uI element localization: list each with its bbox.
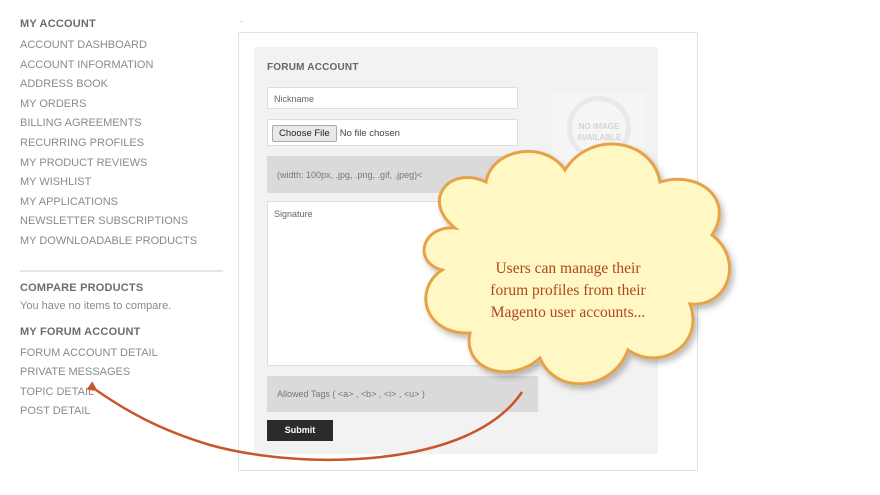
callout-line-2: forum profiles from their (490, 282, 646, 299)
nickname-input[interactable]: Nickname (267, 87, 518, 109)
avatar-preview: NO IMAGE AVAILABLE (553, 92, 645, 167)
avatar-size-hint: (width: 100px, .jpg, .png, .gif, .jpeg)< (267, 156, 530, 193)
sidebar-item-account-information[interactable]: ACCOUNT INFORMATION (20, 56, 225, 76)
avatar-file-input[interactable]: Choose File No file chosen (267, 119, 518, 146)
sidebar-item-topic-detail[interactable]: TOPIC DETAIL (20, 383, 225, 403)
my-forum-account-heading: MY FORUM ACCOUNT (20, 325, 141, 338)
compare-products-empty-text: You have no items to compare. (20, 299, 172, 312)
allowed-tags-hint: Allowed Tags ( <a> , <b> , <i> , <u> ) (267, 376, 538, 412)
account-links: ACCOUNT DASHBOARD ACCOUNT INFORMATION AD… (20, 36, 225, 252)
callout-line-3: Magento user accounts... (490, 304, 646, 321)
sidebar-item-private-messages[interactable]: PRIVATE MESSAGES (20, 363, 225, 383)
sidebar-item-post-detail[interactable]: POST DETAIL (20, 402, 225, 422)
no-image-label-line2: AVAILABLE (576, 133, 622, 142)
sidebar-item-recurring-profiles[interactable]: RECURRING PROFILES (20, 134, 225, 154)
compare-products-heading: COMPARE PRODUCTS (20, 281, 144, 294)
file-status-text: No file chosen (339, 128, 400, 139)
submit-button[interactable]: Submit (267, 420, 333, 441)
no-image-label-line1: NO IMAGE (578, 122, 620, 131)
choose-file-button[interactable]: Choose File (272, 125, 337, 142)
stray-dot: . (240, 14, 243, 25)
callout-line-1: Users can manage their (495, 260, 641, 277)
sidebar-item-my-wishlist[interactable]: MY WISHLIST (20, 173, 225, 193)
sidebar-item-my-applications[interactable]: MY APPLICATIONS (20, 193, 225, 213)
forum-account-title: FORUM ACCOUNT (267, 62, 359, 73)
sidebar-item-address-book[interactable]: ADDRESS BOOK (20, 75, 225, 95)
sidebar-item-account-dashboard[interactable]: ACCOUNT DASHBOARD (20, 36, 225, 56)
sidebar-item-forum-account-detail[interactable]: FORUM ACCOUNT DETAIL (20, 344, 225, 364)
sidebar-item-my-product-reviews[interactable]: MY PRODUCT REVIEWS (20, 154, 225, 174)
my-account-heading: MY ACCOUNT (20, 18, 96, 30)
forum-links: FORUM ACCOUNT DETAIL PRIVATE MESSAGES TO… (20, 344, 225, 422)
sidebar-divider (20, 269, 223, 272)
sidebar-item-billing-agreements[interactable]: BILLING AGREEMENTS (20, 114, 225, 134)
callout-text: Users can manage their forum profiles fr… (445, 258, 691, 324)
sidebar-item-my-downloadable-products[interactable]: MY DOWNLOADABLE PRODUCTS (20, 232, 225, 252)
sidebar-item-newsletter-subscriptions[interactable]: NEWSLETTER SUBSCRIPTIONS (20, 212, 225, 232)
account-sidebar: MY ACCOUNT ACCOUNT DASHBOARD ACCOUNT INF… (20, 14, 225, 422)
sidebar-item-my-orders[interactable]: MY ORDERS (20, 95, 225, 115)
